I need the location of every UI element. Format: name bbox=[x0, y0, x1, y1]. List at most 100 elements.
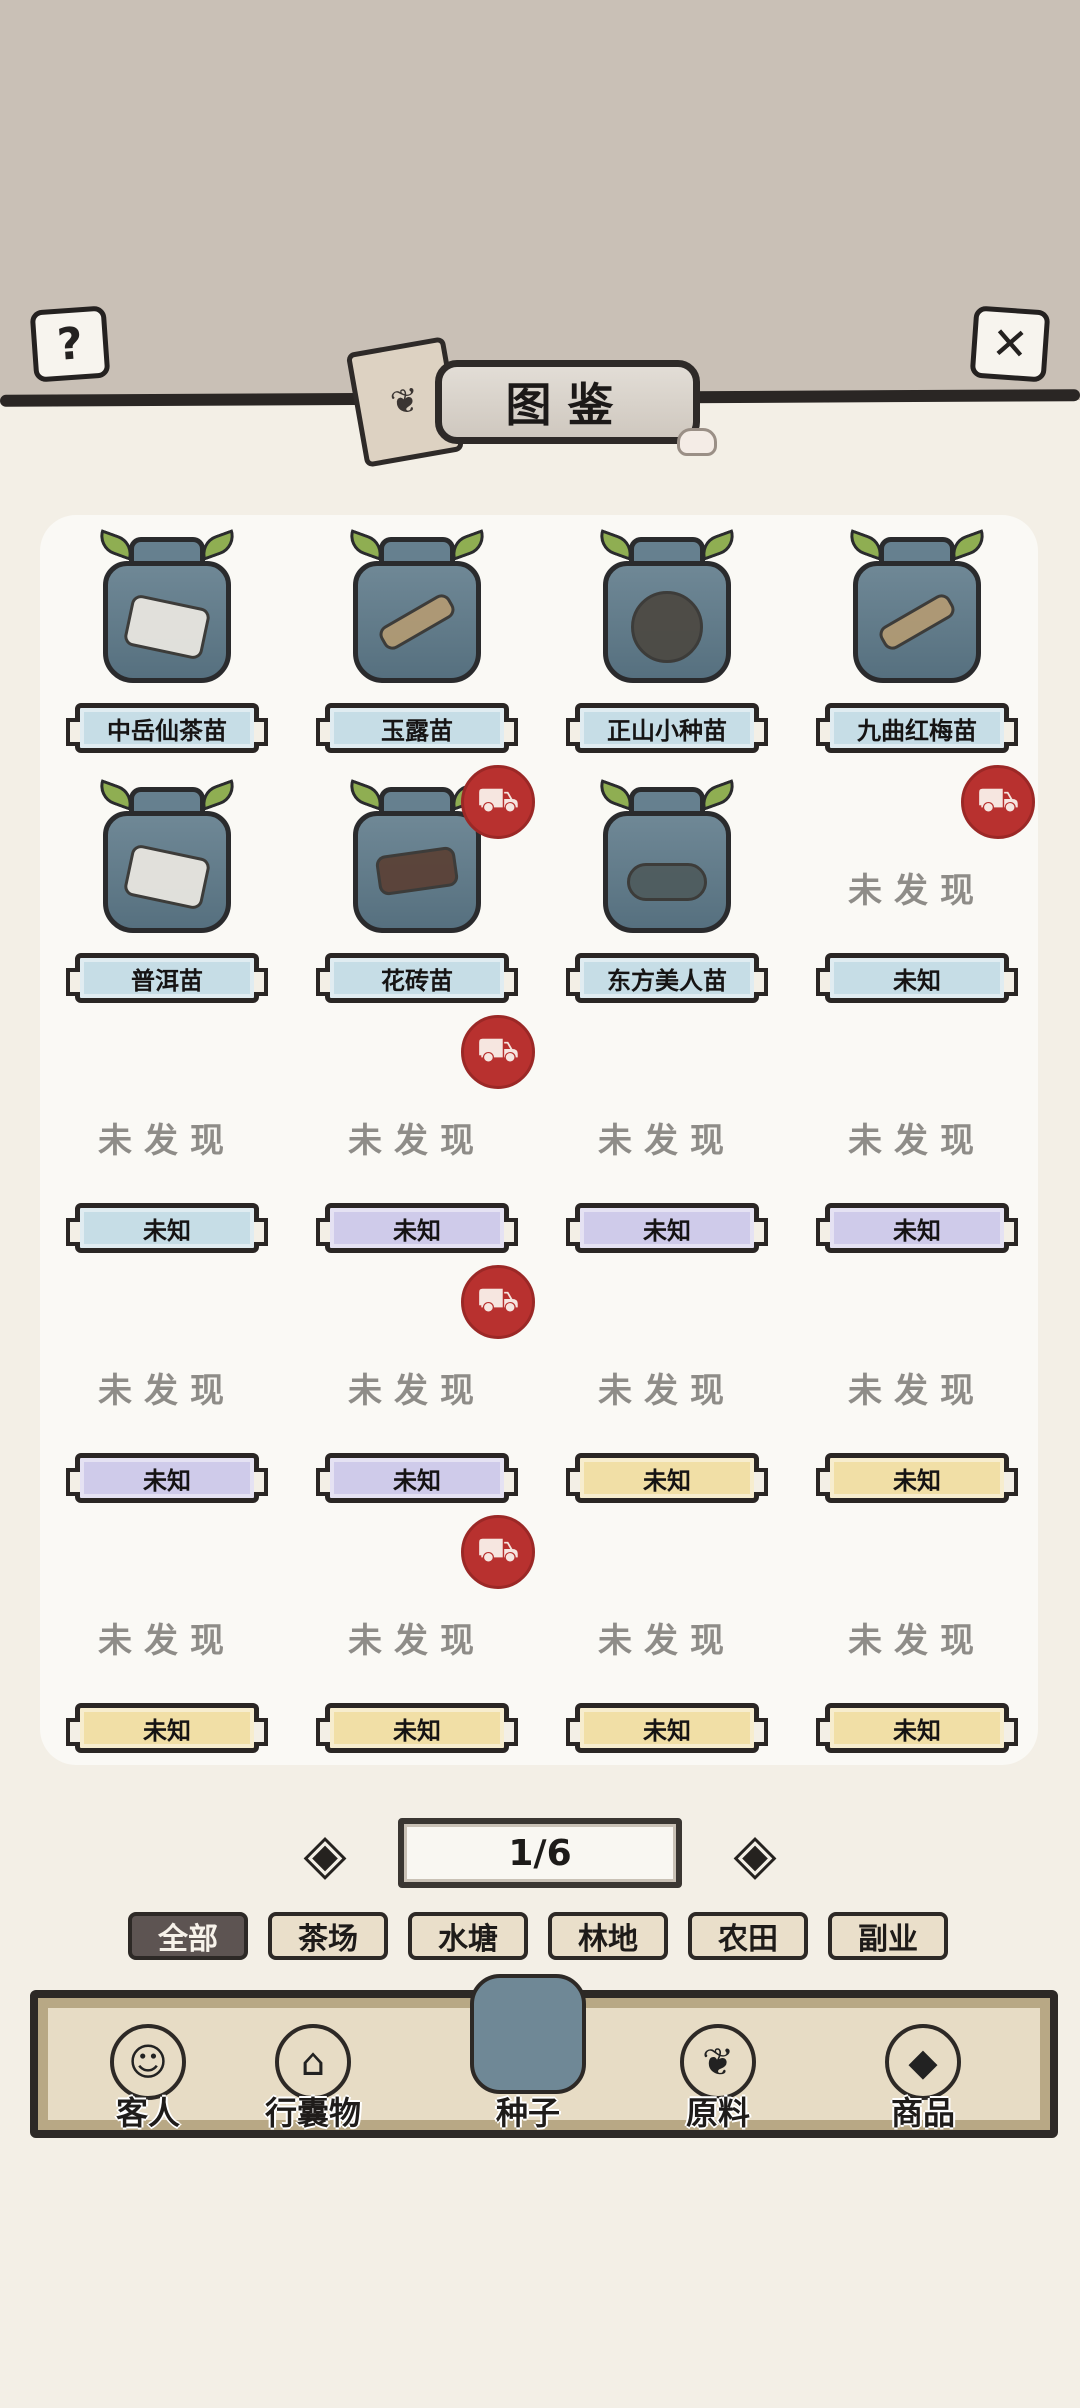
undiscovered-text: 未发现 bbox=[598, 1621, 736, 1661]
item-name-plate: 未知 bbox=[816, 953, 1018, 1003]
item-name: 花砖苗 bbox=[381, 966, 453, 995]
collection-item[interactable]: 正山小种苗 bbox=[557, 525, 777, 775]
bottom-nav: ☺ 客人 ⌂ 行囊物 种子 ❦ 原料 ◆ 商品 bbox=[30, 1974, 1058, 2138]
item-name-plate: 未知 bbox=[816, 1203, 1018, 1253]
filter-tab[interactable]: 水塘 bbox=[408, 1912, 528, 1960]
collection-item[interactable]: 九曲红梅苗 bbox=[807, 525, 1027, 775]
item-name: 未知 bbox=[643, 1216, 691, 1245]
cart-stamp-icon: ⛟ bbox=[461, 1015, 535, 1089]
filter-tab[interactable]: 全部 bbox=[128, 1912, 248, 1960]
category-filters: 全部 茶场 水塘 林地 农田 副业 bbox=[128, 1912, 958, 1962]
collection-item[interactable]: 未发现 未知 bbox=[807, 1275, 1027, 1525]
nav-label: 行囊物 bbox=[264, 2094, 361, 2132]
item-name-plate: 未知 bbox=[566, 1203, 768, 1253]
undiscovered-text: 未发现 bbox=[848, 1371, 986, 1411]
item-name-plate: 未知 bbox=[66, 1203, 268, 1253]
title-plate: 图鉴 bbox=[435, 360, 700, 444]
nav-label: 种子 bbox=[495, 2094, 560, 2132]
collection-item[interactable]: 未发现 未知 bbox=[807, 1525, 1027, 1775]
flower-icon bbox=[677, 428, 717, 456]
collection-item[interactable]: 中岳仙茶苗 bbox=[57, 525, 277, 775]
cart-stamp-icon: ⛟ bbox=[461, 765, 535, 839]
item-name-plate: 未知 bbox=[316, 1703, 518, 1753]
collection-item[interactable]: 未发现 未知 bbox=[557, 1525, 777, 1775]
close-icon: ✕ bbox=[989, 317, 1031, 371]
seed-bag-icon bbox=[94, 779, 240, 935]
item-name-plate: 未知 bbox=[316, 1453, 518, 1503]
seed-bag-icon bbox=[594, 779, 740, 935]
collection-grid: 中岳仙茶苗 玉露苗 正山小种苗 九曲红梅苗 普洱苗 花砖苗 ⛟ 东方美人苗 未发现 未知 ⛟ 未发现未… bbox=[40, 515, 1038, 1765]
undiscovered-text: 未发现 bbox=[848, 871, 986, 911]
collection-item[interactable]: 玉露苗 bbox=[307, 525, 527, 775]
item-name: 未知 bbox=[893, 1216, 941, 1245]
undiscovered-text: 未发现 bbox=[848, 1121, 986, 1161]
collection-item[interactable]: 未发现 未知 ⛟ bbox=[307, 1015, 535, 1275]
question-icon: ? bbox=[55, 317, 85, 371]
item-name: 未知 bbox=[393, 1216, 441, 1245]
collection-item[interactable]: 未发现 未知 bbox=[557, 1275, 777, 1525]
item-name: 玉露苗 bbox=[381, 716, 453, 745]
close-button[interactable]: ✕ bbox=[969, 305, 1051, 383]
filter-tab[interactable]: 副业 bbox=[828, 1912, 948, 1960]
item-name-plate: 未知 bbox=[566, 1453, 768, 1503]
seed-bag-icon bbox=[844, 529, 990, 685]
collection-item[interactable]: 未发现未知 ⛟ bbox=[807, 765, 1035, 1025]
collection-item[interactable]: 普洱苗 bbox=[57, 775, 277, 1025]
nav-tab[interactable]: 种子 bbox=[448, 1974, 608, 2158]
undiscovered-text: 未发现 bbox=[98, 1371, 236, 1411]
filter-tab[interactable]: 农田 bbox=[688, 1912, 808, 1960]
item-name: 未知 bbox=[893, 1716, 941, 1745]
next-arrow-icon: ◈ bbox=[733, 1821, 777, 1887]
item-name: 正山小种苗 bbox=[607, 716, 727, 745]
seed-bag-icon bbox=[594, 529, 740, 685]
undiscovered-text: 未发现 bbox=[348, 1621, 486, 1661]
nav-tab[interactable]: ◆ 商品 bbox=[843, 1998, 1003, 2158]
cart-stamp-icon: ⛟ bbox=[461, 1265, 535, 1339]
item-name: 未知 bbox=[393, 1716, 441, 1745]
item-name-plate: 玉露苗 bbox=[316, 703, 518, 753]
collection-item[interactable]: 未发现 未知 bbox=[57, 1025, 277, 1275]
seed-bag-icon bbox=[470, 1974, 586, 2094]
collection-item[interactable]: 未发现 未知 bbox=[57, 1525, 277, 1775]
nav-tab[interactable]: ❦ 原料 bbox=[638, 1998, 798, 2158]
item-name-plate: 正山小种苗 bbox=[566, 703, 768, 753]
item-name: 未知 bbox=[893, 1466, 941, 1495]
collection-item[interactable]: 未发现未知 ⛟ bbox=[307, 1265, 535, 1525]
tea-sample-icon bbox=[631, 591, 703, 663]
item-name-plate: 未知 bbox=[816, 1453, 1018, 1503]
undiscovered-text: 未发现 bbox=[848, 1621, 986, 1661]
seed-bag-icon bbox=[344, 529, 490, 685]
item-name: 普洱苗 bbox=[131, 966, 203, 995]
collection-item[interactable]: 未发现 未知 bbox=[557, 1025, 777, 1275]
item-name: 未知 bbox=[143, 1716, 191, 1745]
undiscovered-text: 未发现 bbox=[348, 1371, 486, 1411]
cart-stamp-icon: ⛟ bbox=[961, 765, 1035, 839]
cart-stamp-icon: ⛟ bbox=[461, 1515, 535, 1589]
top-backdrop bbox=[0, 0, 1080, 400]
collection-item[interactable]: 未发现未知 ⛟ bbox=[307, 1515, 535, 1775]
filter-tab[interactable]: 茶场 bbox=[268, 1912, 388, 1960]
nav-tab[interactable]: ⌂ 行囊物 bbox=[233, 1998, 393, 2158]
tea-sample-icon bbox=[627, 863, 707, 901]
nav-label: 客人 bbox=[115, 2094, 180, 2132]
prev-page-button[interactable]: ◈ bbox=[270, 1822, 380, 1887]
item-name-plate: 中岳仙茶苗 bbox=[66, 703, 268, 753]
collection-item[interactable]: 东方美人苗 bbox=[557, 775, 777, 1025]
nav-tab[interactable]: ☺ 客人 bbox=[68, 1998, 228, 2158]
item-name: 未知 bbox=[143, 1466, 191, 1495]
item-name: 未知 bbox=[393, 1466, 441, 1495]
undiscovered-text: 未发现 bbox=[98, 1621, 236, 1661]
collection-item[interactable]: 花砖苗 ⛟ bbox=[307, 765, 535, 1025]
filter-tab[interactable]: 林地 bbox=[548, 1912, 668, 1960]
page-title: 图鉴 bbox=[505, 378, 630, 432]
item-name-plate: 未知 bbox=[816, 1703, 1018, 1753]
item-name: 东方美人苗 bbox=[607, 966, 727, 995]
item-name-plate: 未知 bbox=[566, 1703, 768, 1753]
next-page-button[interactable]: ◈ bbox=[700, 1821, 810, 1887]
help-button[interactable]: ? bbox=[29, 305, 111, 383]
collection-item[interactable]: 未发现 未知 bbox=[57, 1275, 277, 1525]
item-name-plate: 花砖苗 bbox=[316, 953, 518, 1003]
nav-label: 原料 bbox=[685, 2094, 750, 2132]
collection-item[interactable]: 未发现 未知 bbox=[807, 1025, 1027, 1275]
nav-label: 商品 bbox=[890, 2094, 955, 2132]
